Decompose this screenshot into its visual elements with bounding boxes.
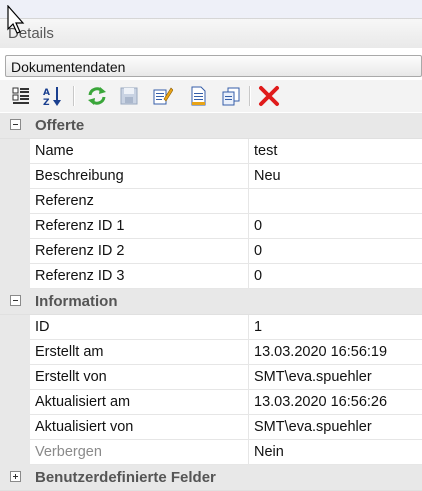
row-gutter [0,415,30,440]
property-row[interactable]: Referenz [0,189,422,214]
property-value: Nein [254,444,284,460]
property-value: Neu [254,168,281,184]
property-row[interactable]: Referenz ID 1 0 [0,214,422,239]
collapse-icon[interactable] [10,295,21,306]
svg-text:A: A [43,88,50,98]
property-name: Beschreibung [35,168,124,184]
details-panel-header: Details [0,18,422,48]
row-gutter [0,440,30,465]
categorized-icon[interactable] [11,85,33,107]
property-row[interactable]: Verbergen Nein [0,440,422,465]
category-label: Offerte [35,117,85,134]
property-value: SMT\eva.spuehler [254,369,372,385]
property-value-cell[interactable]: SMT\eva.spuehler [249,415,422,440]
property-value-cell[interactable]: 1 [249,315,422,340]
property-name: ID [35,319,50,335]
alphabetical-icon[interactable]: A Z [42,85,64,107]
property-value: 13.03.2020 16:56:19 [254,344,388,360]
property-name-cell: Erstellt von [30,365,249,390]
property-row[interactable]: Erstellt am 13.03.2020 16:56:19 [0,340,422,365]
category-header[interactable]: Information [0,289,422,315]
property-value-cell[interactable]: Nein [249,440,422,465]
window-top-strip [0,0,422,18]
property-name-cell: Referenz ID 3 [30,264,249,289]
property-grid: Offerte Name test Beschreibung Neu Referenz Re… [0,113,422,491]
category-header[interactable]: Benutzerdefinierte Felder [0,465,422,491]
property-row[interactable]: Erstellt von SMT\eva.spuehler [0,365,422,390]
mouse-cursor-icon [7,5,25,34]
category-header[interactable]: Offerte [0,113,422,139]
property-value-cell[interactable]: SMT\eva.spuehler [249,365,422,390]
property-value-cell[interactable]: Neu [249,164,422,189]
property-name-cell: Aktualisiert von [30,415,249,440]
svg-text:Z: Z [43,98,50,107]
property-value-cell[interactable]: 0 [249,214,422,239]
delete-icon[interactable] [258,85,280,107]
row-gutter [0,264,30,289]
property-value-cell[interactable]: test [249,139,422,164]
property-name: Referenz ID 3 [35,268,125,284]
property-row[interactable]: ID 1 [0,315,422,340]
property-name: Erstellt am [35,344,104,360]
save-icon[interactable] [118,85,140,107]
row-gutter [0,164,30,189]
property-name-cell: Erstellt am [30,340,249,365]
category-label: Benutzerdefinierte Felder [35,469,216,486]
property-name-cell: Aktualisiert am [30,390,249,415]
property-value: 0 [254,268,263,284]
property-name: Name [35,143,74,159]
property-name: Referenz [35,193,94,209]
property-row[interactable]: Name test [0,139,422,164]
edit-icon[interactable] [151,85,173,107]
property-value-cell[interactable]: 0 [249,264,422,289]
collapse-icon[interactable] [10,119,21,130]
row-gutter [0,239,30,264]
property-value: 1 [254,319,263,335]
property-row[interactable]: Aktualisiert von SMT\eva.spuehler [0,415,422,440]
refresh-icon[interactable] [86,85,108,107]
property-name: Referenz ID 2 [35,243,125,259]
row-gutter [0,340,30,365]
property-name-cell: Verbergen [30,440,249,465]
property-row[interactable]: Beschreibung Neu [0,164,422,189]
copy-icon[interactable] [220,85,242,107]
property-value: 13.03.2020 16:56:26 [254,394,388,410]
property-value-cell[interactable] [249,189,422,214]
property-name: Aktualisiert am [35,394,131,410]
property-name-cell: ID [30,315,249,340]
row-gutter [0,365,30,390]
property-name-cell: Referenz ID 2 [30,239,249,264]
row-gutter [0,214,30,239]
property-name-cell: Referenz [30,189,249,214]
property-name: Aktualisiert von [35,419,134,435]
property-toolbar: A Z [0,80,422,112]
row-gutter [0,390,30,415]
property-row[interactable]: Aktualisiert am 13.03.2020 16:56:26 [0,390,422,415]
property-value: test [254,143,278,159]
row-gutter [0,189,30,214]
property-value-cell[interactable]: 0 [249,239,422,264]
property-name-cell: Beschreibung [30,164,249,189]
property-value: 0 [254,218,263,234]
document-icon[interactable] [187,85,209,107]
category-label: Information [35,293,118,310]
property-value-cell[interactable]: 13.03.2020 16:56:26 [249,390,422,415]
property-name: Erstellt von [35,369,107,385]
property-row[interactable]: Referenz ID 3 0 [0,264,422,289]
property-name-cell: Referenz ID 1 [30,214,249,239]
section-selector-value: Dokumentendaten [11,59,126,75]
property-value: 0 [254,243,263,259]
toolbar-separator [249,86,251,106]
expand-icon[interactable] [10,471,21,482]
property-row[interactable]: Referenz ID 2 0 [0,239,422,264]
property-name-cell: Name [30,139,249,164]
property-value: SMT\eva.spuehler [254,419,372,435]
property-name: Verbergen [35,444,102,460]
property-value-cell[interactable]: 13.03.2020 16:56:19 [249,340,422,365]
toolbar-separator [73,86,75,106]
property-name: Referenz ID 1 [35,218,125,234]
row-gutter [0,315,30,340]
row-gutter [0,139,30,164]
section-selector-dropdown[interactable]: Dokumentendaten [5,55,422,77]
